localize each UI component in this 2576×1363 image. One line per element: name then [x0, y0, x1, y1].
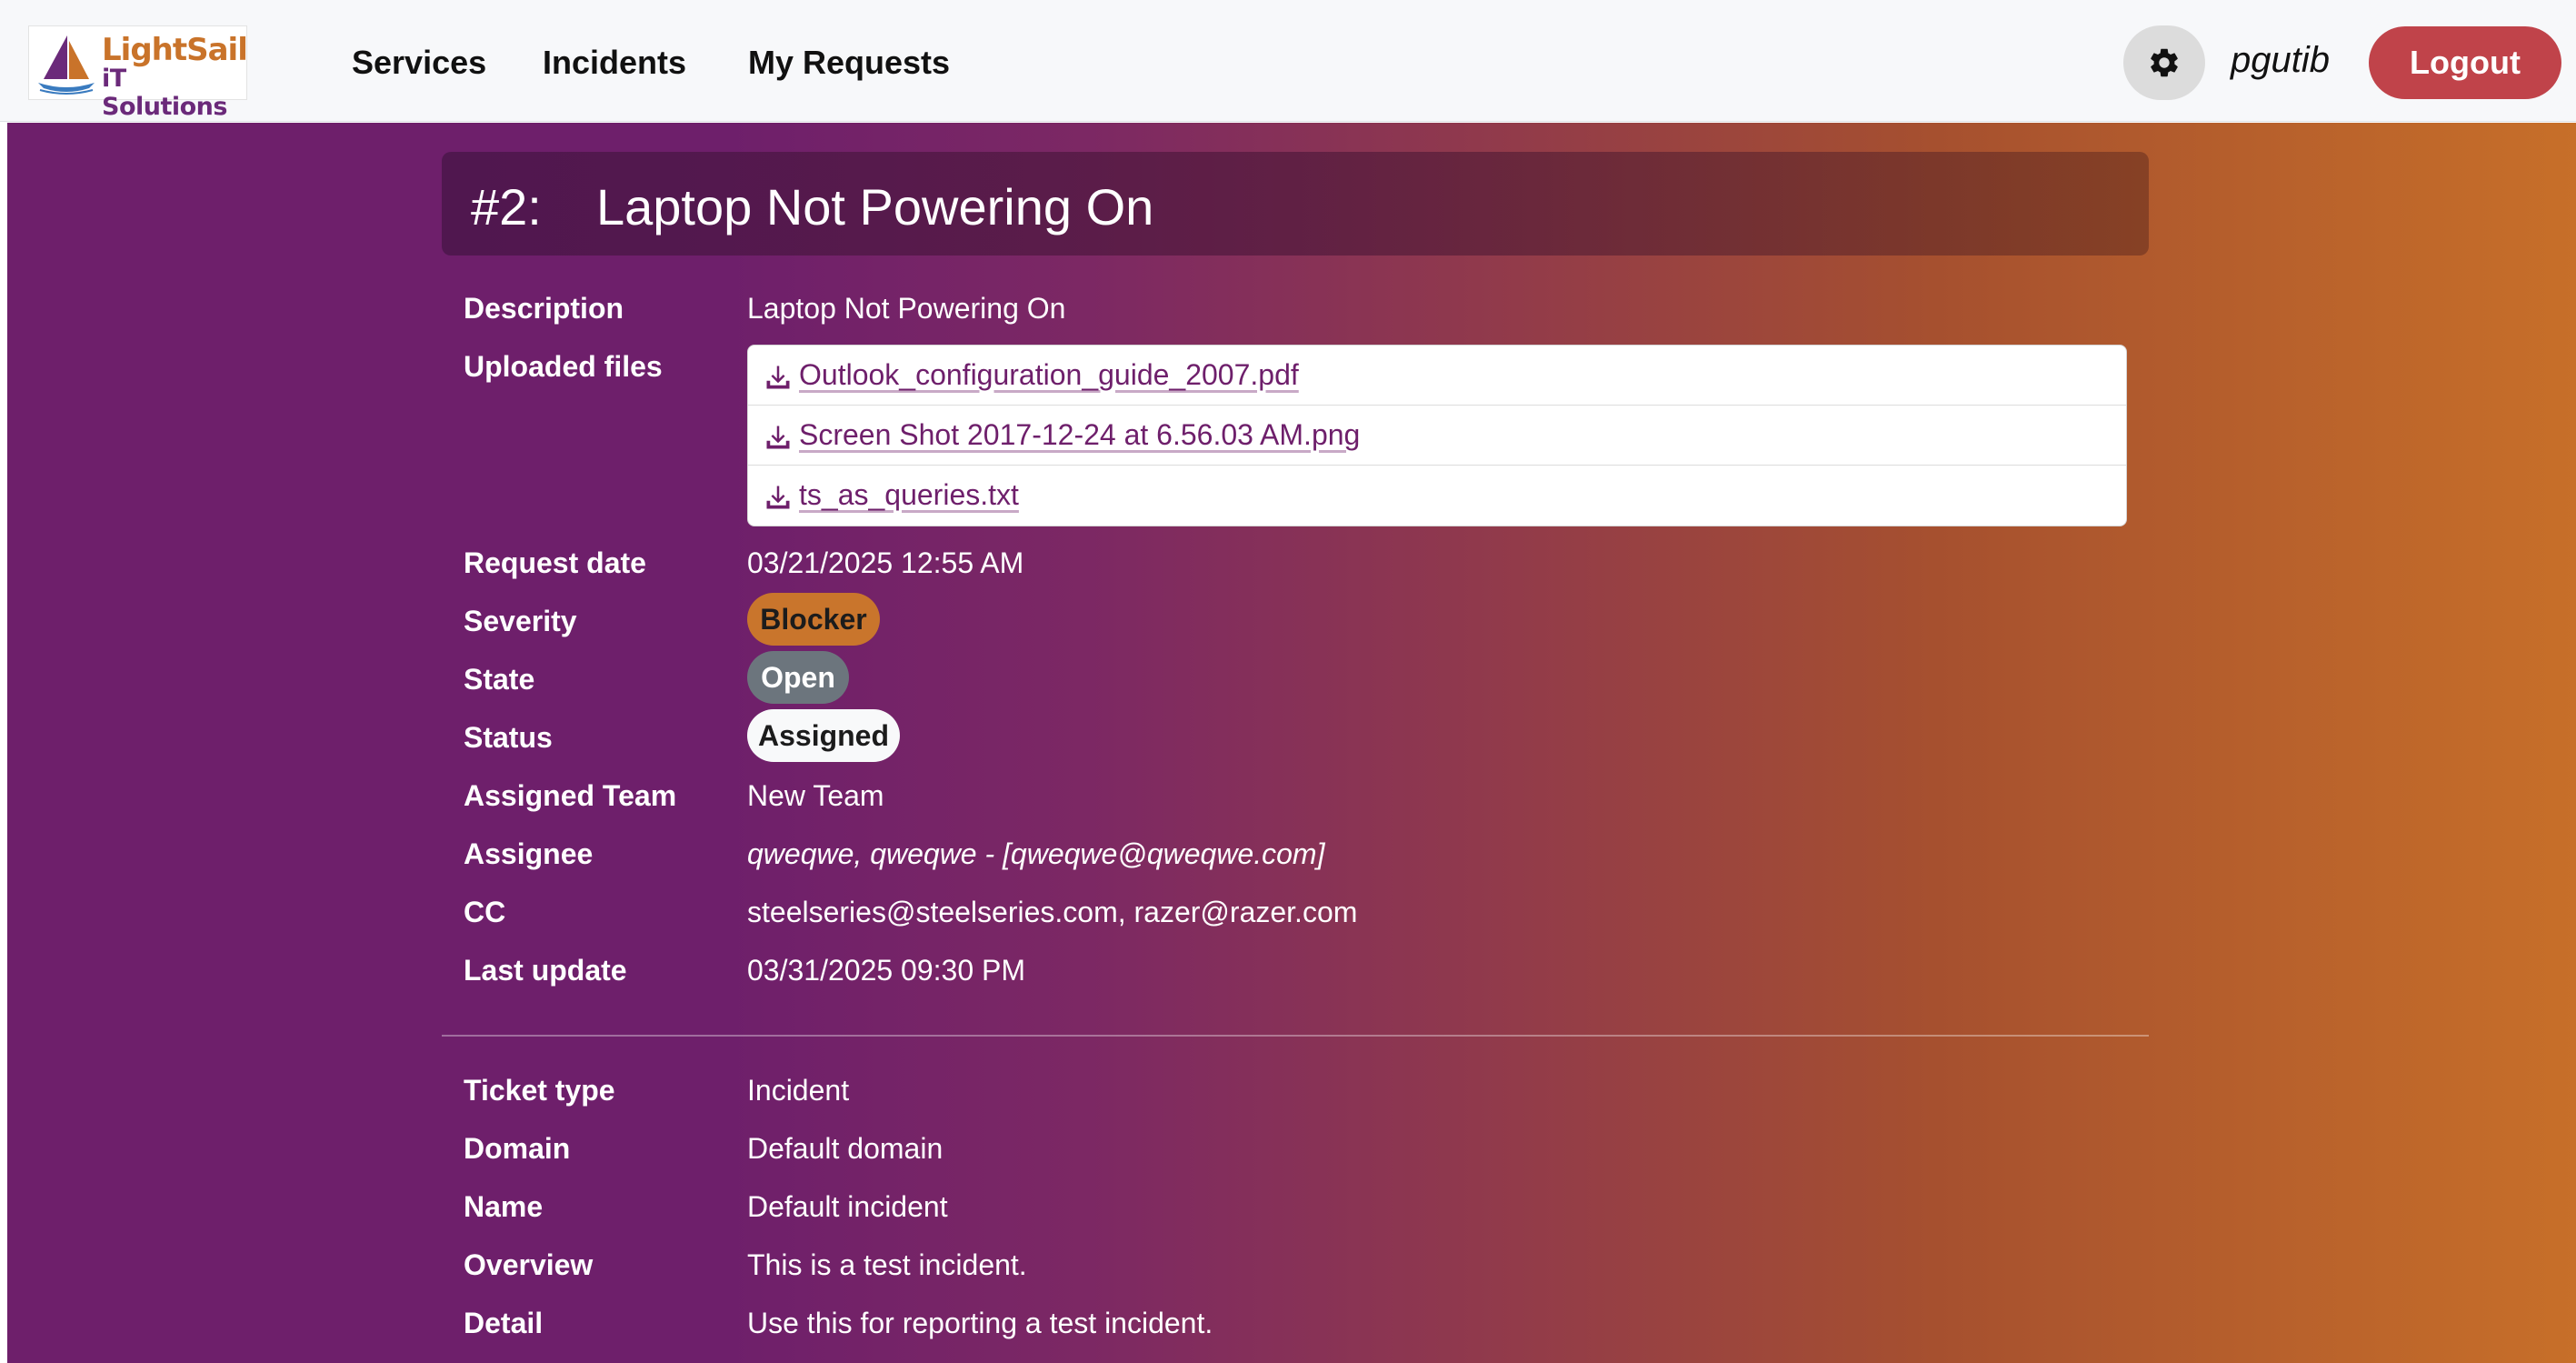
sailboat-logo-icon	[38, 35, 95, 95]
severity-badge: Blocker	[747, 593, 880, 646]
ticket-number: #2:	[471, 178, 542, 236]
nav-services-link[interactable]: Services	[352, 44, 486, 82]
severity-label: Severity	[464, 605, 577, 637]
uploaded-files-label: Uploaded files	[464, 350, 663, 383]
top-navbar: LightSail iT Solutions Services Incident…	[0, 0, 2576, 122]
brand-name-line1: LightSail	[102, 32, 248, 68]
section-divider	[442, 1035, 2149, 1037]
file-link[interactable]: ts_as_queries.txt	[799, 478, 1019, 512]
ticket-header: #2: Laptop Not Powering On	[442, 152, 2149, 256]
cc-value: steelseries@steelseries.com, razer@razer…	[747, 896, 1358, 928]
gear-icon	[2151, 48, 2178, 77]
overview-label: Overview	[464, 1248, 594, 1281]
state-badge: Open	[747, 651, 849, 704]
assignee-value: qweqwe, qweqwe - [qweqwe@qweqwe.com]	[747, 837, 1325, 870]
assignee-label: Assignee	[464, 837, 594, 870]
overview-value: This is a test incident.	[747, 1248, 1027, 1281]
description-label: Description	[464, 292, 624, 325]
file-link[interactable]: Screen Shot 2017-12-24 at 6.56.03 AM.png	[799, 418, 1360, 452]
detail-label: Detail	[464, 1307, 544, 1339]
domain-label: Domain	[464, 1132, 571, 1165]
file-item[interactable]: Screen Shot 2017-12-24 at 6.56.03 AM.png	[748, 406, 2126, 466]
ticket-type-value: Incident	[747, 1074, 850, 1107]
nav-my-requests-link[interactable]: My Requests	[748, 44, 950, 82]
nav-incidents-link[interactable]: Incidents	[543, 44, 686, 82]
brand-logo[interactable]: LightSail iT Solutions	[28, 25, 248, 121]
assigned-team-value: New Team	[747, 779, 884, 812]
last-update-label: Last update	[464, 954, 627, 987]
state-label: State	[464, 663, 535, 696]
download-icon	[766, 426, 790, 449]
ticket-detail-panel: #2: Laptop Not Powering On Description L…	[7, 123, 2576, 1363]
file-link[interactable]: Outlook_configuration_guide_2007.pdf	[799, 358, 1299, 392]
domain-value: Default domain	[747, 1132, 944, 1165]
download-icon	[766, 486, 790, 509]
status-label: Status	[464, 721, 553, 754]
logout-button[interactable]: Logout	[2369, 26, 2561, 99]
settings-button[interactable]	[2123, 25, 2205, 100]
ticket-type-label: Ticket type	[464, 1074, 615, 1107]
detail-value: Use this for reporting a test incident.	[747, 1307, 1213, 1339]
status-badge: Assigned	[747, 709, 900, 762]
request-date-value: 03/21/2025 12:55 AM	[747, 546, 1024, 579]
ticket-title: Laptop Not Powering On	[596, 178, 1154, 236]
request-date-label: Request date	[464, 546, 646, 579]
last-update-value: 03/31/2025 09:30 PM	[747, 954, 1026, 987]
file-item[interactable]: Outlook_configuration_guide_2007.pdf	[748, 346, 2126, 406]
download-icon	[766, 366, 790, 389]
assigned-team-label: Assigned Team	[464, 779, 677, 812]
cc-label: CC	[464, 896, 506, 928]
file-item[interactable]: ts_as_queries.txt	[748, 466, 2126, 526]
uploaded-files-list: Outlook_configuration_guide_2007.pdf Scr…	[747, 345, 2127, 526]
username-label: pgutib	[2231, 40, 2330, 80]
name-value: Default incident	[747, 1190, 948, 1223]
name-label: Name	[464, 1190, 544, 1223]
description-value: Laptop Not Powering On	[747, 292, 1066, 325]
brand-name-line2: iT Solutions	[102, 65, 227, 121]
